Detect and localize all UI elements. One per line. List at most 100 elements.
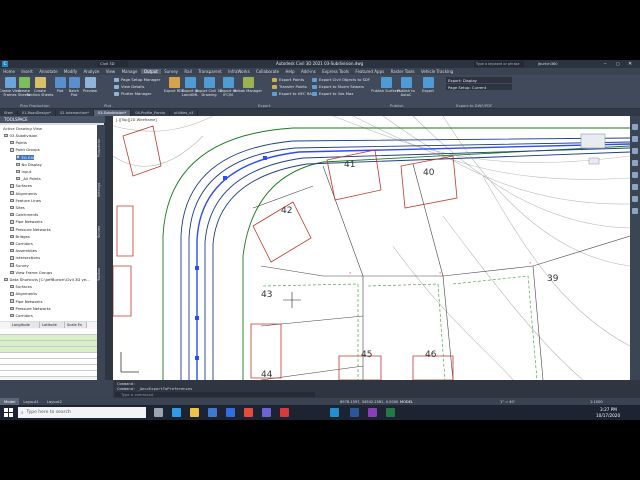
parcel-label-44[interactable]: 44	[261, 370, 272, 380]
parcel-label-40[interactable]: 40	[423, 168, 434, 178]
parcel-label-39[interactable]: 39	[547, 274, 558, 284]
ribbon-tab-vehicle-tracking[interactable]: Vehicle Tracking	[418, 69, 457, 74]
word-icon[interactable]	[350, 408, 359, 417]
clock-time[interactable]: 3:27 PM	[600, 407, 617, 412]
tree-node[interactable]: Alignments	[10, 191, 37, 196]
preview-button[interactable]: Preview	[82, 77, 98, 93]
ribbon-tab-transparent[interactable]: Transparent	[195, 69, 225, 74]
grip-icon[interactable]	[632, 184, 638, 190]
page-setup-dropdown[interactable]: Page Setup: Current	[446, 84, 512, 90]
ribbon-tab-collaborate[interactable]: Collaborate	[253, 69, 282, 74]
showmotion-icon[interactable]	[632, 160, 638, 166]
layout-tab-model[interactable]: Model	[0, 398, 20, 405]
transfer-points-button[interactable]: Transfer Points	[272, 84, 307, 89]
page-setup-manager-button[interactable]: Page Setup Manager	[114, 77, 160, 82]
ribbon-tab-home[interactable]: Home	[0, 69, 18, 74]
grid-header-latitude[interactable]: Latitude	[40, 322, 65, 328]
pan-icon[interactable]	[632, 124, 638, 130]
parcel-label-43[interactable]: 43	[261, 290, 272, 300]
file-explorer-icon[interactable]	[190, 408, 199, 417]
side-tab-survey[interactable]: Survey	[97, 213, 105, 251]
tree-node[interactable]: Pressure Networks	[10, 306, 51, 311]
tree-node[interactable]: Points	[10, 140, 27, 145]
ribbon-tab-view[interactable]: View	[103, 69, 119, 74]
annotation-scale[interactable]: 1" = 40'	[500, 400, 515, 404]
onenote-icon[interactable]	[368, 408, 377, 417]
teams-icon[interactable]	[262, 408, 271, 417]
tree-node[interactable]: No Display	[16, 162, 42, 167]
tree-node[interactable]: Pipe Networks	[10, 219, 43, 224]
toolspace-splitter[interactable]	[105, 116, 113, 380]
store-icon[interactable]	[208, 408, 217, 417]
view-details-button[interactable]: View Details	[114, 84, 144, 89]
tree-node[interactable]: View Frame Groups	[10, 270, 52, 275]
parcel-label-45[interactable]: 45	[361, 350, 372, 360]
drawing-viewport[interactable]: [-][Top][2D Wireframe] ✕ ✕ ✕ 41 40 42 43…	[113, 116, 630, 380]
zoom-level[interactable]: 1:1000	[590, 400, 603, 404]
ribbon-tab-output[interactable]: Output	[140, 69, 161, 74]
grid-header-longitude[interactable]: Longitude	[10, 322, 40, 328]
tree-node[interactable]: Data Shortcuts [C:\JeffBurtch\Civil 3D y…	[4, 277, 90, 282]
tree-node[interactable]: Sites	[10, 205, 25, 210]
ribbon-tab-featured-apps[interactable]: Featured Apps	[352, 69, 387, 74]
ribbon-tab-add-ins[interactable]: Add-ins	[298, 69, 319, 74]
export-points-button[interactable]: Export Points	[272, 77, 304, 82]
tree-node[interactable]: Surfaces	[10, 183, 32, 188]
tree-node[interactable]: Input	[16, 169, 31, 174]
export-civil3d-drawing-button[interactable]: Export Civil 3D Drawing	[196, 77, 222, 97]
side-tab-toolbox[interactable]: Toolbox	[97, 255, 105, 293]
tree-node[interactable]: _All Points	[16, 176, 41, 181]
mail-icon[interactable]	[226, 408, 235, 417]
tree-filter-label[interactable]: Active Drawing View	[3, 126, 42, 131]
workspace-field[interactable]: Civil 3D	[98, 61, 128, 67]
ribbon-tab-help[interactable]: Help	[282, 69, 298, 74]
ribbon-tab-analyze[interactable]: Analyze	[80, 69, 102, 74]
rebak-manager-button[interactable]: Rebak Manager	[234, 77, 262, 93]
edge-icon[interactable]	[172, 408, 181, 417]
layout-tab-layout1[interactable]: Layout1	[19, 398, 42, 405]
ribbon-tab-rail[interactable]: Rail	[181, 69, 195, 74]
tree-node[interactable]: 03-Subdivision	[4, 133, 37, 138]
help-search-input[interactable]: Type a keyword or phrase	[474, 61, 524, 67]
toolspace-title[interactable]: TOOLSPACE	[0, 116, 105, 123]
tree-node[interactable]: Pressure Networks	[10, 227, 51, 232]
tree-node[interactable]: Assemblies	[10, 248, 37, 253]
zoom-icon[interactable]	[632, 136, 638, 142]
parcel-label-41[interactable]: 41	[344, 160, 355, 170]
minimize-icon[interactable]: –	[604, 61, 607, 67]
maximize-icon[interactable]: ▢	[616, 61, 620, 67]
command-input[interactable]: Type a command	[115, 392, 315, 397]
orbit-icon[interactable]	[632, 148, 638, 154]
parcel-label-42[interactable]: 42	[281, 206, 292, 216]
export-to-dwf-pdf-label[interactable]: Export to DWF/PDF	[456, 103, 492, 108]
tree-node[interactable]: Bridges	[10, 234, 30, 239]
export-hec-ras-button[interactable]: Export to HEC RAS	[272, 91, 314, 96]
export-button[interactable]: Export	[420, 77, 436, 93]
autocad-icon[interactable]	[280, 408, 289, 417]
tree-node[interactable]: Catchments	[10, 212, 38, 217]
plotter-manager-button[interactable]: Plotter Manager	[114, 91, 151, 96]
tree-node[interactable]: Feature Lines	[10, 198, 41, 203]
side-tab-prospector[interactable]: Prospector	[97, 129, 105, 167]
batch-plot-button[interactable]: Batch Plot	[66, 77, 82, 97]
user-name[interactable]: jburtch360	[538, 61, 558, 67]
layout-tab-layout2[interactable]: Layout2	[43, 398, 66, 405]
task-view-icon[interactable]	[154, 408, 163, 417]
taskbar-search[interactable]: ⌕ Type here to search	[18, 407, 146, 418]
ribbon-tab-infraworks[interactable]: InfraWorks	[225, 69, 253, 74]
create-section-sheets-button[interactable]: Create Section Sheets	[27, 77, 53, 97]
grid-row[interactable]	[0, 371, 97, 377]
export-3ds-max-button[interactable]: Export to 3ds Max	[312, 91, 354, 96]
clock-date[interactable]: 10/17/2020	[596, 413, 620, 418]
model-space-toggle[interactable]: MODEL	[400, 400, 413, 404]
navigation-bar[interactable]	[630, 116, 640, 380]
export-rds-button[interactable]: Export RDS	[164, 77, 184, 93]
close-icon[interactable]: ✕	[628, 61, 632, 67]
export-civil-objects-sdf-button[interactable]: Export Civil Objects to SDF	[312, 77, 370, 82]
ribbon-tab-annotate[interactable]: Annotate	[36, 69, 61, 74]
tree-node[interactable]: Pipe Networks	[10, 299, 43, 304]
export-ifc-button[interactable]: Export to IFC/N	[220, 77, 236, 97]
tree-node[interactable]: Survey	[10, 263, 29, 268]
export-display-dropdown[interactable]: Export: Display	[446, 77, 512, 83]
grid-header-scale-fa[interactable]: Scale Fa	[65, 322, 87, 328]
